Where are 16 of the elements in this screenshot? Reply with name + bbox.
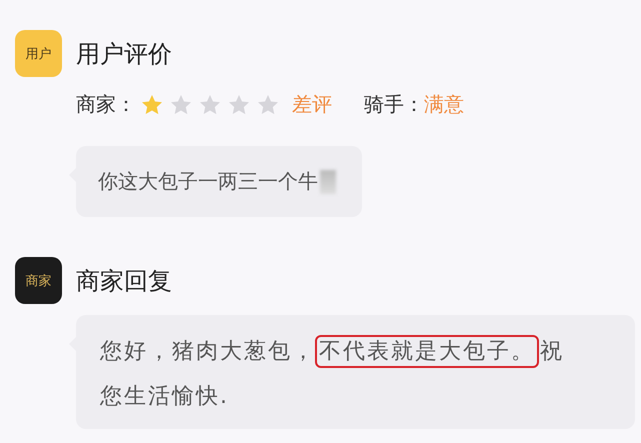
rider-label: 骑手： xyxy=(364,91,424,118)
merchant-label: 商家： xyxy=(76,91,136,118)
star-icon xyxy=(256,92,280,116)
star-icon xyxy=(227,92,251,116)
section-title: 用户评价 xyxy=(76,38,173,70)
rider-verdict: 满意 xyxy=(424,91,464,118)
section-title: 商家回复 xyxy=(76,266,173,296)
merchant-verdict: 差评 xyxy=(292,91,332,118)
comment-text: 你这大包子一两三一个牛 xyxy=(98,168,318,195)
reply-text: 您好，猪肉大葱包，不代表就是大包子。 祝您生活愉快. xyxy=(94,325,591,423)
censor-mosaic xyxy=(320,170,336,194)
merchant-avatar: 商家 xyxy=(15,257,62,304)
star-icon xyxy=(198,92,222,116)
star-icon xyxy=(169,92,193,116)
user-avatar: 用户 xyxy=(15,30,62,77)
star-icon xyxy=(140,92,164,116)
